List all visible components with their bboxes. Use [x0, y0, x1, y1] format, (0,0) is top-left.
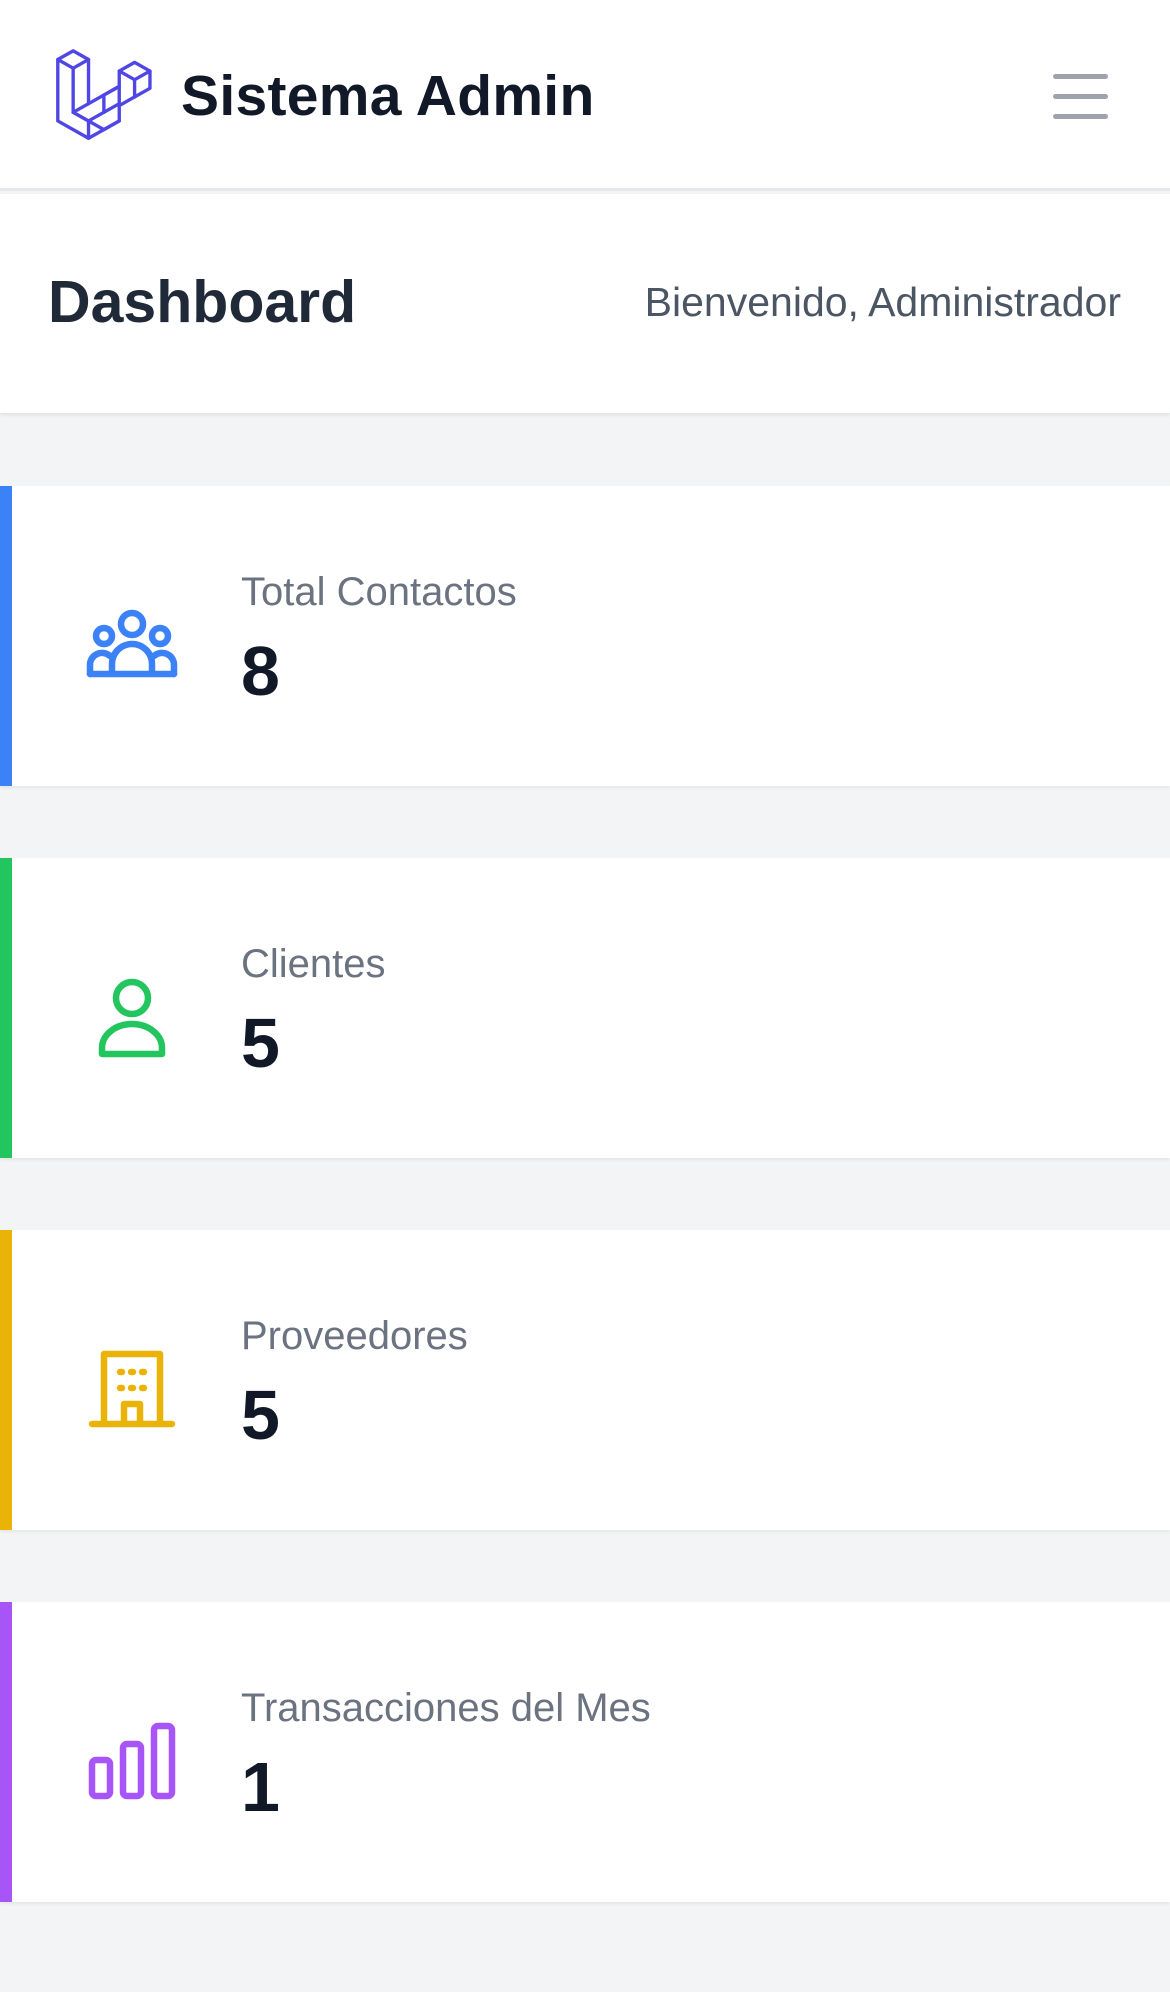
laravel-logo-icon[interactable]	[56, 46, 156, 146]
stat-label: Proveedores	[241, 1314, 468, 1358]
stat-card-proveedores: Proveedores 5	[0, 1230, 1170, 1530]
user-group-icon	[86, 609, 178, 678]
card-accent-bar	[0, 858, 12, 1158]
card-accent-bar	[0, 1602, 12, 1902]
card-accent-bar	[0, 1230, 12, 1530]
stat-label: Transacciones del Mes	[241, 1686, 651, 1730]
stat-label: Clientes	[241, 942, 386, 986]
stat-card-total-contactos: Total Contactos 8	[0, 486, 1170, 786]
stat-card-transacciones: Transacciones del Mes 1	[0, 1602, 1170, 1902]
stat-value: 5	[241, 1376, 280, 1454]
hamburger-menu-icon[interactable]	[1050, 66, 1112, 126]
page-header: Dashboard Bienvenido, Administrador	[0, 194, 1170, 413]
app-title[interactable]: Sistema Admin	[181, 58, 595, 134]
stat-label: Total Contactos	[241, 570, 517, 614]
welcome-message: Bienvenido, Administrador	[644, 279, 1121, 325]
stat-value: 8	[241, 632, 280, 710]
stat-value: 5	[241, 1004, 280, 1082]
page-title: Dashboard	[48, 269, 357, 335]
card-accent-bar	[0, 486, 12, 786]
user-icon	[98, 978, 166, 1058]
stat-card-clientes: Clientes 5	[0, 858, 1170, 1158]
top-navbar: Sistema Admin	[0, 0, 1170, 191]
stat-value: 1	[241, 1748, 280, 1826]
chart-bar-icon	[88, 1722, 176, 1800]
office-building-icon	[88, 1350, 176, 1428]
